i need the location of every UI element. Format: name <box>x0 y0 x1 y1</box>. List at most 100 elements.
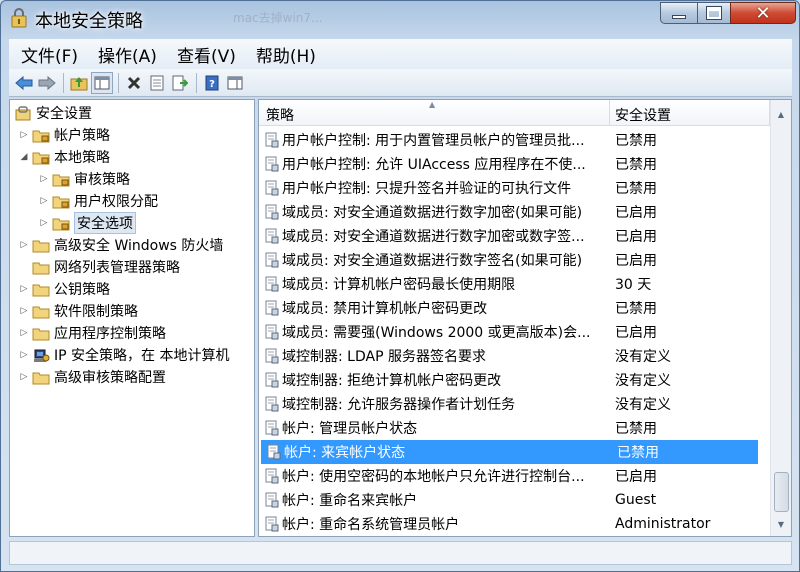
forward-button[interactable] <box>36 72 58 94</box>
menu-view[interactable]: 查看(V) <box>165 42 244 67</box>
policy-icon <box>265 300 279 316</box>
table-row[interactable]: 域成员: 对安全通道数据进行数字加密或数字签... 已启用 <box>259 224 759 248</box>
security-setting-value: 已禁用 <box>615 133 657 149</box>
security-setting-value: 已禁用 <box>615 181 657 197</box>
table-row[interactable]: 帐户: 重命名来宾帐户 Guest <box>259 488 759 512</box>
expand-arrow-icon[interactable]: ▷ <box>18 350 30 360</box>
tree-label: 软件限制策略 <box>54 304 138 320</box>
title-bar[interactable]: 本地安全策略 mac去掉win7... ✕ <box>1 1 799 35</box>
policy-icon <box>265 372 279 388</box>
folder-icon <box>32 262 50 274</box>
menu-action[interactable]: 操作(A) <box>86 42 165 67</box>
table-row[interactable]: 域成员: 对安全通道数据进行数字加密(如果可能) 已启用 <box>259 200 759 224</box>
local-security-policy-icon <box>11 8 27 28</box>
menu-help[interactable]: 帮助(H) <box>244 42 324 67</box>
up-one-level-button[interactable] <box>68 72 90 94</box>
tree-label: IP 安全策略，在 本地计算机 <box>54 348 230 364</box>
security-setting-value: 已启用 <box>615 253 657 269</box>
menu-file[interactable]: 文件(F) <box>9 42 86 67</box>
policy-icon <box>265 228 279 244</box>
security-setting-value: 已启用 <box>615 229 657 245</box>
tree-label: 本地策略 <box>54 150 110 166</box>
export-list-button[interactable] <box>169 72 191 94</box>
table-row[interactable]: 域控制器: 允许服务器操作者计划任务 没有定义 <box>259 392 759 416</box>
table-row[interactable]: 帐户: 重命名系统管理员帐户 Administrator <box>259 512 759 536</box>
close-button[interactable]: ✕ <box>730 2 796 24</box>
column-header-setting[interactable]: 安全设置 <box>615 105 671 125</box>
expand-arrow-icon[interactable]: ▷ <box>38 174 50 184</box>
expand-arrow-icon[interactable]: ▷ <box>18 284 30 294</box>
table-row[interactable]: 帐户: 使用空密码的本地帐户只允许进行控制台... 已启用 <box>259 464 759 488</box>
scrollbar-thumb[interactable] <box>774 472 789 512</box>
security-setting-value: 已启用 <box>615 469 657 485</box>
policy-list[interactable]: ▲ 策略 安全设置 用户帐户控制: 用于内置管理员帐户的管理员批... 已禁用 用户… <box>258 99 792 537</box>
properties-button[interactable] <box>146 72 168 94</box>
policy-icon <box>265 420 279 436</box>
minimize-button[interactable] <box>660 2 698 24</box>
tree-label: 安全选项 <box>74 212 136 234</box>
table-row[interactable]: 域成员: 禁用计算机帐户密码更改 已禁用 <box>259 296 759 320</box>
table-row[interactable]: 域控制器: 拒绝计算机帐户密码更改 没有定义 <box>259 368 759 392</box>
expand-arrow-icon[interactable]: ▷ <box>38 218 50 228</box>
table-row[interactable]: 帐户: 来宾帐户状态 已禁用 <box>261 440 758 464</box>
tree-item-network-list-manager[interactable]: 网络列表管理器策略 <box>18 256 180 278</box>
help-button[interactable]: ? <box>201 72 223 94</box>
table-row[interactable]: 域成员: 需要强(Windows 2000 或更高版本)会... 已启用 <box>259 320 759 344</box>
tree-item-ip-security[interactable]: ▷ IP 安全策略，在 本地计算机 <box>18 344 230 366</box>
tree-item-local-policies[interactable]: ◢ 本地策略 <box>18 146 110 168</box>
scroll-down-button[interactable]: ▼ <box>773 516 789 532</box>
close-icon: ✕ <box>755 2 771 24</box>
policy-name: 域成员: 计算机帐户密码最长使用期限 <box>282 277 516 293</box>
expand-arrow-icon[interactable]: ▷ <box>18 306 30 316</box>
table-row[interactable]: 域成员: 计算机帐户密码最长使用期限 30 天 <box>259 272 759 296</box>
collapse-arrow-icon[interactable]: ◢ <box>18 152 30 162</box>
delete-button[interactable] <box>123 72 145 94</box>
tree-item-software-restriction[interactable]: ▷ 软件限制策略 <box>18 300 138 322</box>
folder-lock-icon <box>32 152 50 164</box>
tree-item-audit-policy[interactable]: ▷ 审核策略 <box>38 168 130 190</box>
tree-label: 审核策略 <box>74 172 130 188</box>
security-setting-value: Guest <box>615 492 657 508</box>
policy-name: 用户帐户控制: 允许 UIAccess 应用程序在不使... <box>282 157 586 173</box>
expand-arrow-icon[interactable]: ▷ <box>18 328 30 338</box>
security-settings-icon <box>15 105 31 120</box>
tree-item-windows-firewall[interactable]: ▷ 高级安全 Windows 防火墙 <box>18 234 224 256</box>
tree-label: 公钥策略 <box>54 282 110 298</box>
scroll-up-button[interactable]: ▲ <box>773 106 789 122</box>
table-row[interactable]: 域成员: 对安全通道数据进行数字签名(如果可能) 已启用 <box>259 248 759 272</box>
tree-item-user-rights-assignment[interactable]: ▷ 用户权限分配 <box>38 190 158 212</box>
table-row[interactable]: 域控制器: LDAP 服务器签名要求 没有定义 <box>259 344 759 368</box>
show-hide-action-pane-button[interactable] <box>224 72 246 94</box>
expand-arrow-icon[interactable]: ▷ <box>18 240 30 250</box>
table-row[interactable]: 用户帐户控制: 只提升签名并验证的可执行文件 已禁用 <box>259 176 759 200</box>
console-tree[interactable]: 安全设置 ▷ 帐户策略 ◢ 本地策略 ▷ 审核策略 ▷ 用户权限分配 ▷ 安全选… <box>9 99 255 537</box>
show-hide-console-tree-button[interactable] <box>91 71 113 94</box>
table-row[interactable]: 用户帐户控制: 允许 UIAccess 应用程序在不使... 已禁用 <box>259 152 759 176</box>
policy-name: 帐户: 重命名来宾帐户 <box>282 493 418 509</box>
tree-item-security-settings[interactable]: 安全设置 <box>12 102 92 124</box>
policy-name: 域成员: 对安全通道数据进行数字加密(如果可能) <box>282 205 583 221</box>
folder-lock-icon <box>52 174 70 186</box>
tree-item-account-policies[interactable]: ▷ 帐户策略 <box>18 124 110 146</box>
sort-ascending-icon: ▲ <box>429 100 436 109</box>
expand-arrow-icon[interactable]: ▷ <box>18 372 30 382</box>
expand-arrow-icon[interactable]: ▷ <box>18 130 30 140</box>
tree-label: 高级安全 Windows 防火墙 <box>54 238 224 254</box>
security-setting-value: 30 天 <box>615 277 652 293</box>
tree-item-application-control[interactable]: ▷ 应用程序控制策略 <box>18 322 166 344</box>
maximize-button[interactable] <box>697 2 731 24</box>
column-resize-handle[interactable] <box>609 100 610 125</box>
back-button[interactable] <box>13 72 35 94</box>
app-window: 本地安全策略 mac去掉win7... ✕ 文件(F) 操作(A) 查看(V) … <box>0 0 800 572</box>
policy-name: 域成员: 需要强(Windows 2000 或更高版本)会... <box>282 325 591 341</box>
column-header-policy[interactable]: 策略 <box>266 105 294 125</box>
vertical-scrollbar[interactable]: ▲ ▼ <box>770 100 791 536</box>
table-row[interactable]: 帐户: 管理员帐户状态 已禁用 <box>259 416 759 440</box>
menu-bar: 文件(F) 操作(A) 查看(V) 帮助(H) <box>9 39 792 69</box>
tree-item-public-key-policies[interactable]: ▷ 公钥策略 <box>18 278 110 300</box>
table-row[interactable]: 用户帐户控制: 用于内置管理员帐户的管理员批... 已禁用 <box>259 128 759 152</box>
tree-item-advanced-audit[interactable]: ▷ 高级审核策略配置 <box>18 366 166 388</box>
expand-arrow-icon[interactable]: ▷ <box>38 196 50 206</box>
tree-item-security-options[interactable]: ▷ 安全选项 <box>38 212 136 234</box>
policy-name: 用户帐户控制: 只提升签名并验证的可执行文件 <box>282 181 572 197</box>
